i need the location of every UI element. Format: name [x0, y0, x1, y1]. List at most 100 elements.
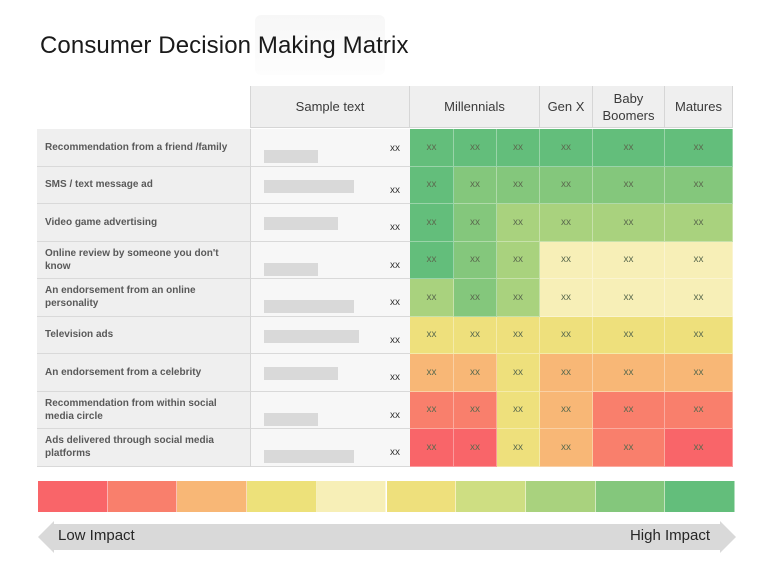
matrix-cell: xx: [454, 316, 497, 354]
matrix-cell: xx: [454, 391, 497, 429]
sample-text-placeholder-bar: [264, 150, 318, 163]
sample-value: xx: [390, 259, 400, 271]
sample-text-placeholder-bar: [264, 329, 359, 343]
matrix-cell: xx: [540, 129, 593, 167]
matrix-cell: xx: [593, 241, 665, 279]
matrix-cell: xx: [665, 204, 733, 242]
scale-segment: [595, 481, 666, 512]
row-sample-cell: xx: [250, 241, 410, 279]
matrix-cell: xx: [665, 279, 733, 317]
matrix-cell: xx: [540, 241, 593, 279]
matrix-cell: xx: [454, 241, 497, 279]
row-label: Recommendation from within social media …: [37, 391, 250, 429]
matrix-cell: xx: [540, 316, 593, 354]
sample-text-placeholder-bar: [264, 367, 338, 380]
matrix-cell: xx: [540, 166, 593, 204]
row-label: Recommendation from a friend /family: [37, 129, 250, 167]
row-sample-cell: xx: [250, 204, 410, 242]
matrix-cell: xx: [410, 279, 454, 317]
matrix-cell: xx: [665, 241, 733, 279]
matrix-cell: xx: [593, 279, 665, 317]
matrix-cell: xx: [593, 429, 665, 467]
row-label: Online review by someone you don't know: [37, 241, 250, 279]
scale-segment: [107, 481, 178, 512]
matrix-cell: xx: [410, 241, 454, 279]
scale-segment: [386, 481, 457, 512]
row-sample-cell: xx: [250, 166, 410, 204]
matrix-cell: xx: [665, 166, 733, 204]
sample-value: xx: [390, 143, 400, 154]
scale-segment: [665, 481, 735, 512]
row-sample-cell: xx: [250, 354, 410, 392]
matrix-cell: xx: [540, 279, 593, 317]
row-label: An endorsement from a celebrity: [37, 354, 250, 392]
matrix-cell: xx: [454, 354, 497, 392]
sample-value: xx: [390, 409, 400, 421]
matrix-cell: xx: [497, 429, 540, 467]
matrix-cell: xx: [410, 429, 454, 467]
page-title: Consumer Decision Making Matrix: [40, 32, 409, 59]
sample-value: xx: [390, 184, 400, 196]
matrix-cell: xx: [665, 129, 733, 167]
sample-value: xx: [390, 222, 400, 233]
sample-text-placeholder-bar: [264, 450, 354, 463]
header-baby-boomers: Baby Boomers: [593, 86, 665, 128]
matrix-cell: xx: [497, 354, 540, 392]
matrix-cell: xx: [665, 391, 733, 429]
matrix-cell: xx: [593, 391, 665, 429]
sample-text-placeholder-bar: [264, 412, 318, 426]
matrix-cell: xx: [454, 279, 497, 317]
row-label: SMS / text message ad: [37, 166, 250, 204]
matrix-cell: xx: [540, 204, 593, 242]
matrix-cell: xx: [410, 204, 454, 242]
sample-text-placeholder-bar: [264, 217, 338, 230]
matrix-cell: xx: [593, 316, 665, 354]
matrix-cell: xx: [410, 391, 454, 429]
matrix-cell: xx: [454, 204, 497, 242]
matrix-cell: xx: [593, 204, 665, 242]
matrix-cell: xx: [665, 316, 733, 354]
header-matures: Matures: [665, 86, 733, 128]
matrix-cell: xx: [540, 429, 593, 467]
sample-value: xx: [390, 447, 400, 458]
scale-segment: [316, 481, 387, 512]
scale-segment: [247, 481, 317, 512]
row-sample-cell: xx: [250, 279, 410, 317]
scale-segment: [525, 481, 596, 512]
row-sample-cell: xx: [250, 129, 410, 167]
matrix-cell: xx: [497, 279, 540, 317]
header-gen-x: Gen X: [540, 86, 593, 128]
matrix-cell: xx: [593, 129, 665, 167]
matrix-cell: xx: [410, 354, 454, 392]
matrix-cell: xx: [497, 316, 540, 354]
header-sample-text: Sample text: [250, 86, 410, 128]
matrix-cell: xx: [410, 166, 454, 204]
scale-segment: [38, 481, 108, 512]
sample-text-placeholder-bar: [264, 262, 318, 276]
matrix-cell: xx: [540, 391, 593, 429]
matrix-cell: xx: [497, 166, 540, 204]
row-label: An endorsement from an online personalit…: [37, 279, 250, 317]
matrix-cell: xx: [497, 129, 540, 167]
high-impact-label: High Impact: [629, 527, 710, 544]
row-sample-cell: xx: [250, 316, 410, 354]
sample-value: xx: [390, 297, 400, 308]
scale-segment: [456, 481, 526, 512]
row-sample-cell: xx: [250, 429, 410, 467]
sample-text-placeholder-bar: [264, 300, 354, 313]
matrix-cell: xx: [497, 241, 540, 279]
matrix-cell: xx: [497, 391, 540, 429]
sample-value: xx: [390, 334, 400, 346]
row-label: Ads delivered through social media platf…: [37, 429, 250, 467]
low-impact-label: Low Impact: [58, 527, 135, 544]
row-label: Television ads: [37, 316, 250, 354]
scale-segment: [177, 481, 248, 512]
row-label: Video game advertising: [37, 204, 250, 242]
matrix-cell: xx: [454, 429, 497, 467]
matrix-cell: xx: [454, 166, 497, 204]
matrix-cell: xx: [593, 354, 665, 392]
matrix-cell: xx: [497, 204, 540, 242]
matrix-cell: xx: [665, 354, 733, 392]
sample-value: xx: [390, 372, 400, 383]
matrix-cell: xx: [454, 129, 497, 167]
